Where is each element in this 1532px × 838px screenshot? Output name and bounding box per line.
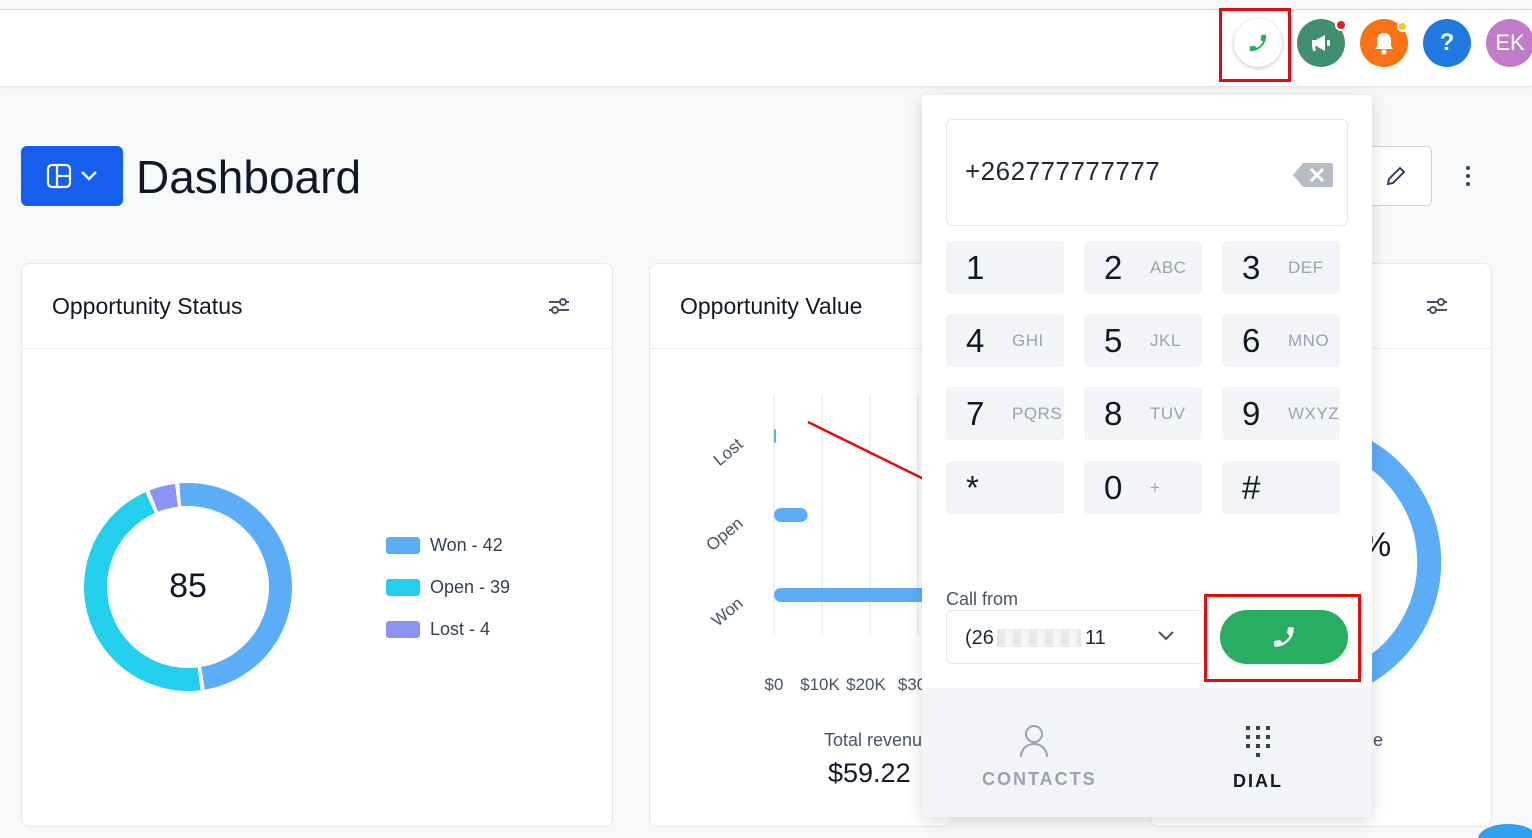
dialpad-key-digit: 4 [966,321,985,359]
dialpad-key[interactable]: 2 ABC [1084,241,1202,294]
avatar[interactable]: EK [1486,19,1532,67]
donut-center-value: 85 [169,567,207,605]
bell-icon[interactable] [1360,19,1408,67]
dialpad-key-digit: # [1242,468,1261,506]
dialpad-key-digit: * [966,468,979,506]
x-tick-label: $10K [800,675,840,694]
dialpad-key-digit: 2 [1104,248,1123,286]
dialpad-key[interactable]: 7 PQRS [946,387,1064,440]
dialpad-key-letters: DEF [1288,257,1324,277]
dialpad-key[interactable]: # [1222,461,1340,514]
chevron-down-icon [1158,631,1174,641]
megaphone-icon[interactable] [1297,19,1347,67]
more-options-icon[interactable] [1458,160,1478,192]
dialpad-key-digit: 8 [1104,394,1123,432]
call-from-select[interactable]: (26 11 [946,610,1204,664]
dialpad-key-letters: ABC [1150,257,1187,277]
help-icon[interactable]: ? [1423,19,1471,67]
dialpad-key[interactable]: 0 + [1084,461,1202,514]
dialpad-key-letters: + [1150,477,1161,497]
annotation-highlight-box [1219,8,1291,82]
redacted-digits [997,629,1081,647]
dialpad-key[interactable]: 6 MNO [1222,314,1340,367]
dialpad-key-letters: PQRS [1012,403,1063,423]
person-icon [1020,725,1048,758]
card-title: Opportunity Status [52,293,243,319]
notification-dot [1397,21,1408,32]
annotation-highlight-box [1204,594,1361,682]
chevron-down-icon [81,171,97,181]
dialpad-key-digit: 1 [966,248,985,286]
x-tick-label: $20K [846,675,886,694]
y-tick-label: Won [708,594,747,631]
legend-item: Lost - 4 [386,608,510,650]
opportunity-value-card: Opportunity Value Lost Open Won $0 $10K $20K $… [649,263,962,827]
x-tick-label: $0 [765,675,784,694]
dialpad-key-letters: MNO [1288,330,1330,350]
dialpad-key[interactable]: 3 DEF [1222,241,1340,294]
layout-icon [46,163,72,189]
dialpad-key-digit: 7 [966,394,985,432]
bar-open[interactable] [774,508,808,522]
filter-icon[interactable] [1425,296,1449,316]
y-tick-label: Open [702,514,746,555]
donut-slice-lost[interactable] [149,483,178,512]
dialpad-key[interactable]: 1 [946,241,1064,294]
tab-contacts[interactable]: CONTACTS [982,724,1095,790]
pencil-icon [1386,166,1406,186]
dialpad-key-digit: 3 [1242,248,1261,286]
dialpad-icon [1246,726,1270,757]
phone-number-field[interactable]: +262777777777 [946,119,1348,226]
gauge-label: e [1373,730,1384,750]
call-from-label: Call from [946,589,1019,609]
layout-switch-button[interactable] [21,146,123,206]
phone-number-value: +262777777777 [965,156,1161,186]
dialpad-key-digit: 9 [1242,394,1261,432]
dialpad-key-digit: 0 [1104,468,1123,506]
filter-icon[interactable] [547,296,571,316]
legend-item: Open - 39 [386,566,510,608]
backspace-icon[interactable] [1293,163,1333,187]
card-title: Opportunity Value [680,293,863,319]
y-tick-label: Lost [710,434,747,469]
page-title: Dashboard [136,151,362,203]
dialpad-key[interactable]: * [946,461,1064,514]
dialpad-key[interactable]: 9 WXYZ [1222,387,1340,440]
total-revenue-value: $59.22 [828,758,911,788]
notification-dot [1335,19,1347,31]
total-revenue-label: Total revenu [824,730,923,750]
dialpad-key[interactable]: 4 GHI [946,314,1064,367]
dialpad-key-letters: WXYZ [1288,403,1340,423]
dialpad-key-digit: 6 [1242,321,1261,359]
dialpad-key[interactable]: 5 JKL [1084,314,1202,367]
legend-item: Won - 42 [386,524,510,566]
tab-dial[interactable]: DIAL [1220,724,1296,792]
dialer-footer: CONTACTS DIAL [922,688,1372,817]
legend: Won - 42 Open - 39 Lost - 4 [386,524,510,650]
dialpad-key-letters: GHI [1012,330,1044,350]
opportunity-status-card: Opportunity Status 85 Won - 42 Open - 39… [21,263,613,827]
dialpad-key-digit: 5 [1104,321,1123,359]
dialpad-key[interactable]: 8 TUV [1084,387,1202,440]
bar-lost[interactable] [774,429,776,443]
dialpad-key-letters: TUV [1150,403,1186,423]
dialer-popover: +262777777777 1 2 ABC 3 DEF 4 GHI 5 JKL 6 MNO 7 PQRS… [922,95,1372,817]
dialpad-key-letters: JKL [1150,330,1181,350]
